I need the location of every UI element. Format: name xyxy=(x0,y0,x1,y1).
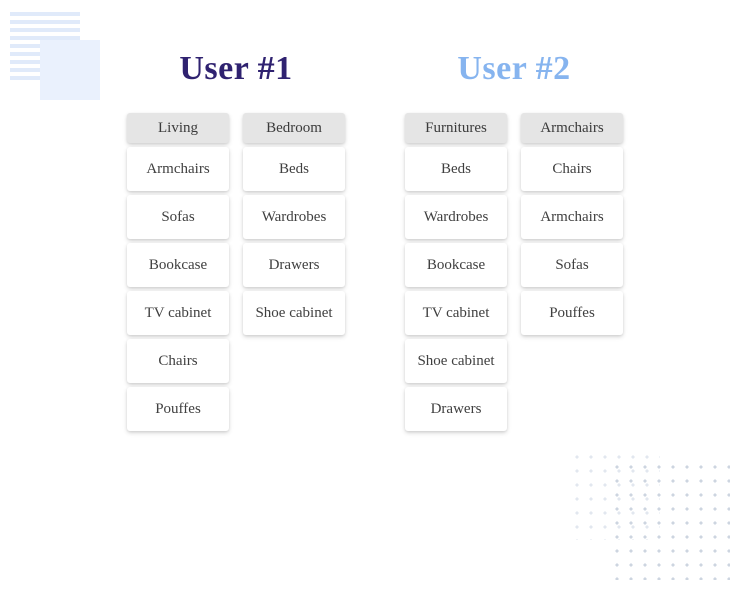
user-1-col-1: Bedroom Beds Wardrobes Drawers Shoe cabi… xyxy=(243,113,345,431)
user-group-1: User #1 Living Armchairs Sofas Bookcase … xyxy=(127,50,345,600)
stage: User #1 Living Armchairs Sofas Bookcase … xyxy=(0,0,750,600)
card[interactable]: Pouffes xyxy=(127,387,229,431)
user-group-2: User #2 Furnitures Beds Wardrobes Bookca… xyxy=(405,50,623,600)
card[interactable]: Sofas xyxy=(127,195,229,239)
card[interactable]: Drawers xyxy=(243,243,345,287)
card[interactable]: Bookcase xyxy=(127,243,229,287)
user-1-col-0: Living Armchairs Sofas Bookcase TV cabin… xyxy=(127,113,229,431)
card[interactable]: Wardrobes xyxy=(405,195,507,239)
card[interactable]: Pouffes xyxy=(521,291,623,335)
user-2-col-0: Furnitures Beds Wardrobes Bookcase TV ca… xyxy=(405,113,507,431)
column-header[interactable]: Armchairs xyxy=(521,113,623,143)
card[interactable]: Sofas xyxy=(521,243,623,287)
card[interactable]: Armchairs xyxy=(521,195,623,239)
column-header[interactable]: Bedroom xyxy=(243,113,345,143)
card[interactable]: Bookcase xyxy=(405,243,507,287)
card[interactable]: TV cabinet xyxy=(405,291,507,335)
card[interactable]: Drawers xyxy=(405,387,507,431)
card[interactable]: Shoe cabinet xyxy=(243,291,345,335)
card[interactable]: Beds xyxy=(243,147,345,191)
user-1-columns: Living Armchairs Sofas Bookcase TV cabin… xyxy=(127,113,345,431)
card[interactable]: Chairs xyxy=(127,339,229,383)
column-header[interactable]: Furnitures xyxy=(405,113,507,143)
user-2-title: User #2 xyxy=(457,50,570,88)
user-2-columns: Furnitures Beds Wardrobes Bookcase TV ca… xyxy=(405,113,623,431)
card[interactable]: Shoe cabinet xyxy=(405,339,507,383)
card[interactable]: Beds xyxy=(405,147,507,191)
card[interactable]: Armchairs xyxy=(127,147,229,191)
card[interactable]: TV cabinet xyxy=(127,291,229,335)
user-1-title: User #1 xyxy=(179,50,292,88)
card[interactable]: Chairs xyxy=(521,147,623,191)
column-header[interactable]: Living xyxy=(127,113,229,143)
card[interactable]: Wardrobes xyxy=(243,195,345,239)
user-2-col-1: Armchairs Chairs Armchairs Sofas Pouffes xyxy=(521,113,623,431)
